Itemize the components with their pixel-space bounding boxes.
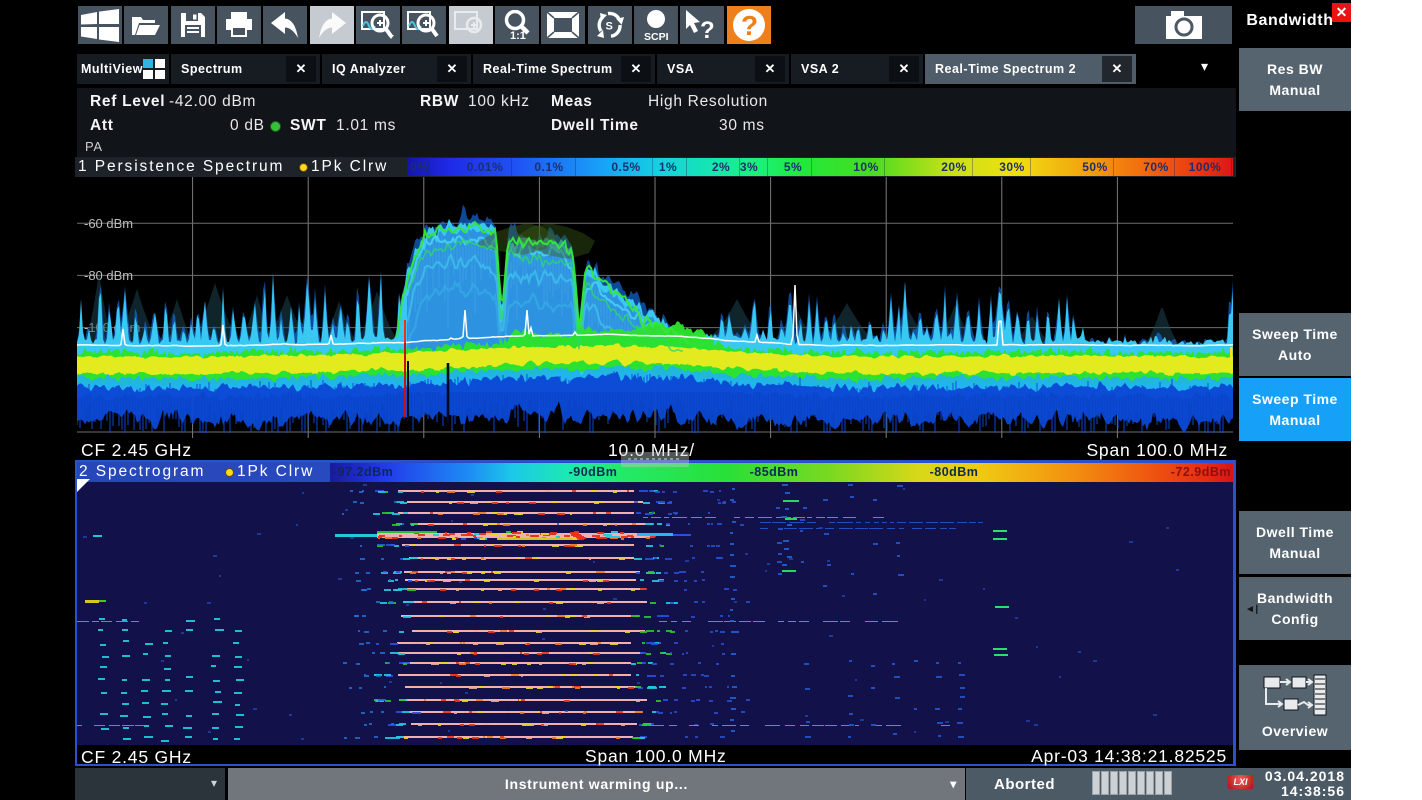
svg-text:SCPI: SCPI <box>644 31 669 41</box>
svg-text:-80 dBm: -80 dBm <box>84 268 133 283</box>
svg-text:1:1: 1:1 <box>510 30 526 40</box>
svg-text:S: S <box>605 21 612 33</box>
svg-text:?: ? <box>700 17 715 40</box>
svg-text:-60 dBm: -60 dBm <box>84 216 133 231</box>
svg-text:?: ? <box>741 10 758 41</box>
